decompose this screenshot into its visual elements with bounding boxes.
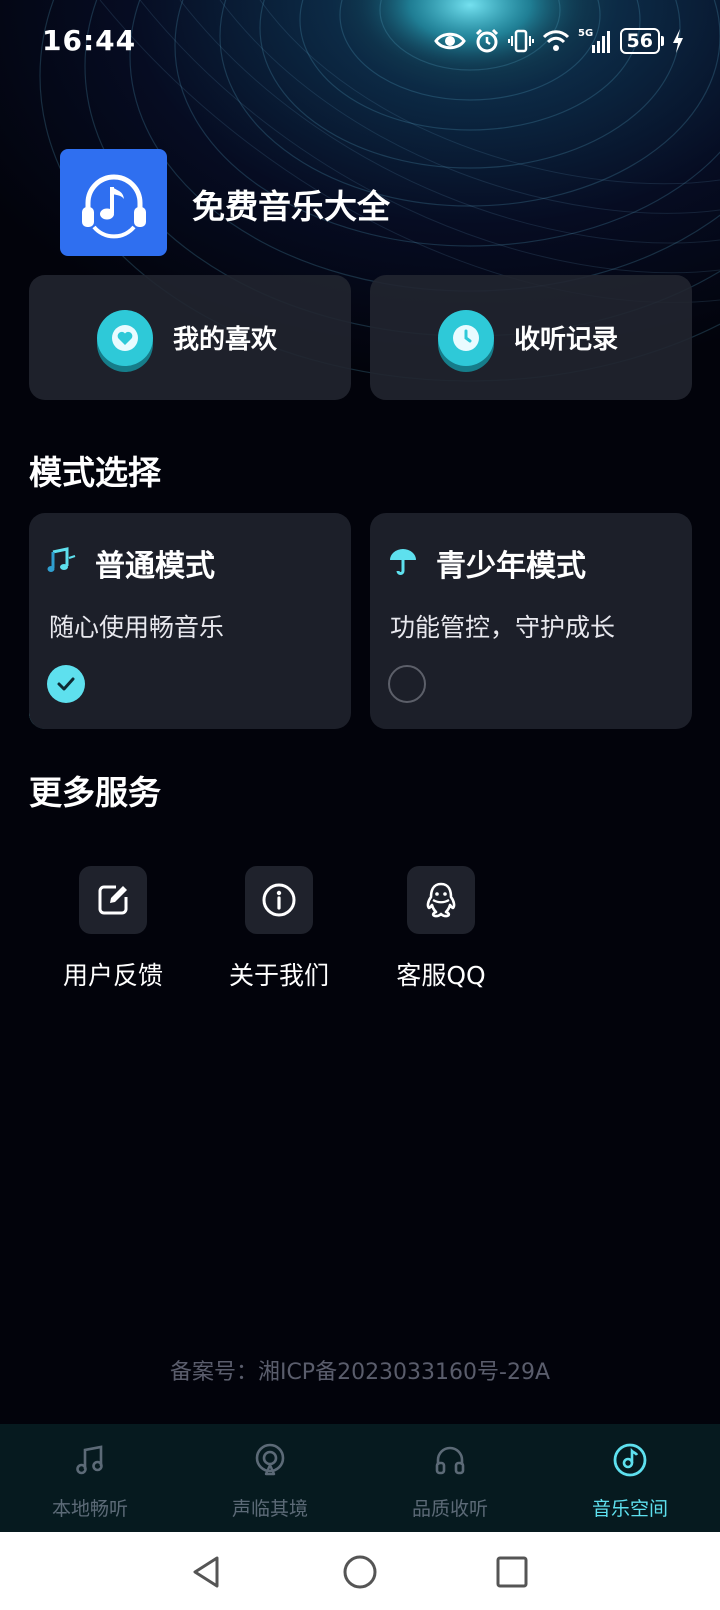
battery-icon: 56 bbox=[619, 28, 664, 54]
customer-service-qq-button[interactable]: 客服QQ bbox=[371, 866, 511, 992]
music-note-icon bbox=[70, 1440, 110, 1480]
status-icons: 5G 56 bbox=[433, 24, 684, 58]
app-title: 免费音乐大全 bbox=[192, 187, 390, 226]
selected-glow bbox=[29, 659, 139, 729]
nav-local-listen[interactable]: 本地畅听 bbox=[0, 1424, 180, 1532]
status-bar: 16:44 5G 56 bbox=[0, 0, 720, 84]
alarm-icon bbox=[474, 28, 500, 54]
wifi-icon bbox=[542, 29, 570, 53]
nav-quality-listen[interactable]: 品质收听 bbox=[360, 1424, 540, 1532]
charging-icon bbox=[672, 29, 684, 53]
feedback-button[interactable]: 用户反馈 bbox=[43, 866, 183, 992]
about-us-label: 关于我们 bbox=[228, 961, 329, 990]
clock-icon bbox=[438, 309, 494, 366]
system-nav-bar bbox=[0, 1532, 720, 1610]
my-favorites-card[interactable]: 我的喜欢 bbox=[29, 275, 351, 400]
normal-mode-radio[interactable] bbox=[47, 665, 85, 703]
network-type-text: 5G bbox=[578, 28, 593, 39]
status-time: 16:44 bbox=[42, 24, 137, 57]
checkmark-icon bbox=[57, 677, 75, 691]
icp-record[interactable]: 备案号：湘ICP备2023033160号-29A bbox=[0, 1354, 720, 1386]
back-triangle-icon bbox=[193, 1556, 219, 1588]
nav-music-space[interactable]: 音乐空间 bbox=[540, 1424, 720, 1532]
recents-square-icon bbox=[496, 1556, 528, 1588]
teen-mode-desc: 功能管控，守护成长 bbox=[390, 613, 616, 642]
podcast-icon bbox=[250, 1440, 290, 1480]
normal-mode-desc: 随心使用畅音乐 bbox=[49, 613, 225, 642]
qq-icon bbox=[407, 866, 475, 934]
signal-icon: 5G bbox=[578, 27, 612, 55]
headphones-music-icon bbox=[81, 174, 146, 238]
umbrella-icon bbox=[388, 546, 418, 580]
vibrate-icon bbox=[507, 28, 534, 54]
feedback-label: 用户反馈 bbox=[62, 961, 163, 990]
mode-section-title: 模式选择 bbox=[29, 453, 161, 492]
music-notes-icon bbox=[47, 546, 77, 580]
nav-label: 声临其境 bbox=[231, 1498, 308, 1520]
services-section-title: 更多服务 bbox=[29, 773, 161, 812]
teen-mode-title: 青少年模式 bbox=[436, 549, 586, 584]
app-logo bbox=[60, 149, 167, 256]
battery-level: 56 bbox=[619, 28, 660, 54]
home-circle-icon bbox=[343, 1555, 377, 1589]
about-us-button[interactable]: 关于我们 bbox=[209, 866, 349, 992]
my-favorites-label: 我的喜欢 bbox=[173, 325, 278, 355]
info-icon bbox=[245, 866, 313, 934]
recents-button[interactable] bbox=[492, 1552, 532, 1592]
nav-label: 品质收听 bbox=[411, 1498, 488, 1520]
customer-service-qq-label: 客服QQ bbox=[396, 961, 486, 990]
nav-immersive[interactable]: 声临其境 bbox=[180, 1424, 360, 1532]
heart-icon bbox=[97, 309, 153, 366]
nav-label: 音乐空间 bbox=[591, 1498, 668, 1520]
listen-history-card[interactable]: 收听记录 bbox=[370, 275, 692, 400]
nav-label: 本地畅听 bbox=[51, 1498, 128, 1520]
bottom-nav: 本地畅听 声临其境 品质收听 音乐空间 bbox=[0, 1424, 720, 1532]
listen-history-label: 收听记录 bbox=[514, 325, 619, 355]
headphones-icon bbox=[430, 1440, 470, 1480]
eye-icon bbox=[433, 30, 466, 52]
back-button[interactable] bbox=[186, 1552, 226, 1592]
music-disc-icon bbox=[610, 1440, 650, 1480]
normal-mode-card[interactable]: 普通模式 随心使用畅音乐 bbox=[29, 513, 351, 729]
normal-mode-title: 普通模式 bbox=[95, 549, 215, 584]
edit-icon bbox=[79, 866, 147, 934]
teen-mode-card[interactable]: 青少年模式 功能管控，守护成长 bbox=[370, 513, 692, 729]
teen-mode-radio[interactable] bbox=[388, 665, 426, 703]
home-button[interactable] bbox=[340, 1552, 380, 1592]
